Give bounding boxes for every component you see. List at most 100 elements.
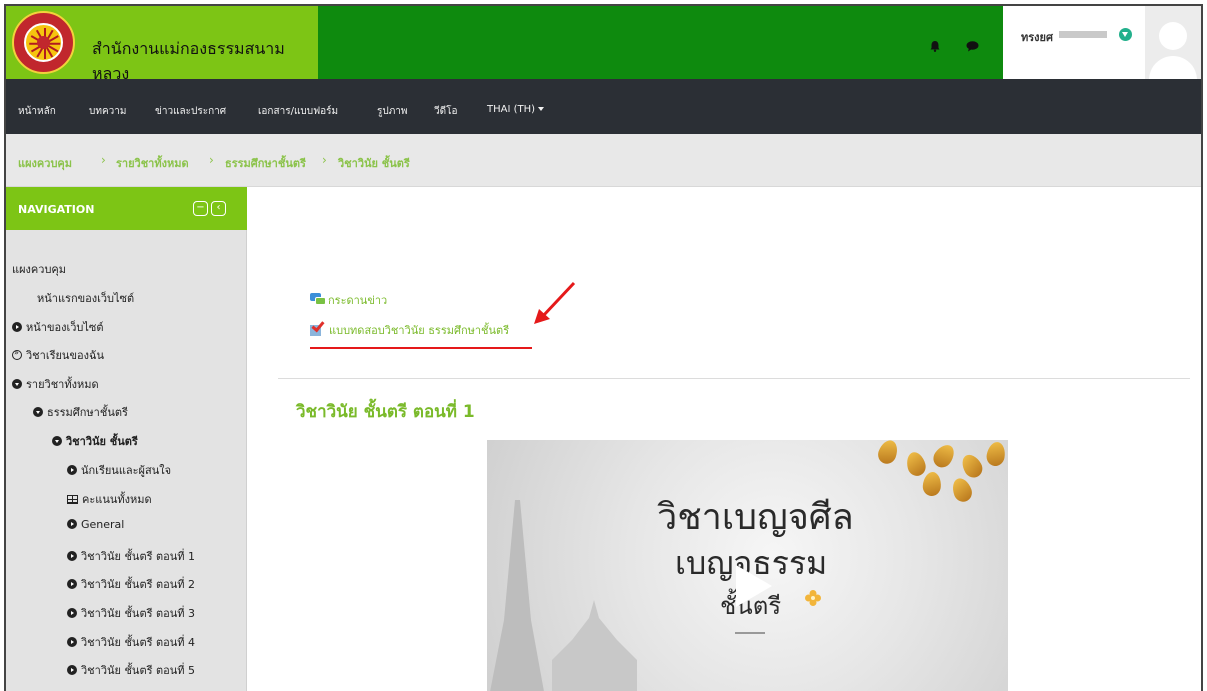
avatar-body [1149,56,1197,79]
tree-all-courses[interactable]: รายวิชาทั้งหมด [12,375,99,393]
breadcrumb-current-course[interactable]: วิชาวินัย ชั้นตรี [338,154,410,172]
tree-label: วิชาวินัย ชั้นตรี ตอนที่ 2 [81,578,196,591]
bell-icon[interactable] [929,40,941,52]
chevron-right-icon [12,322,22,332]
temple-silhouette [552,600,637,691]
tree-label: หน้าของเว็บไซต์ [26,321,104,334]
chevron-right-icon [67,519,77,529]
breadcrumb-dashboard[interactable]: แผงควบคุม [18,154,72,172]
chevron-down-icon [12,379,22,389]
table-icon [67,495,78,504]
nav-documents[interactable]: เอกสาร/แบบฟอร์ม [258,104,338,119]
user-name[interactable]: ทรงยศ [1021,28,1053,46]
logo-ring [24,23,63,62]
tree-label: หน้าแรกของเว็บไซต์ [37,292,135,305]
language-label: THAI (TH) [487,104,536,115]
chevron-right-icon [67,665,77,675]
tree-label: วิชาวินัย ชั้นตรี ตอนที่ 3 [81,607,196,620]
breadcrumb-category[interactable]: ธรรมศึกษาชั้นตรี [225,154,306,172]
video-title-line1: วิชาเบญจศีล [657,497,854,538]
annotation-underline [310,347,532,349]
navigation-block: NAVIGATION − ‹ แผงควบคุม หน้าแรกของเว็บไ… [6,187,247,691]
user-menu[interactable]: ทรงยศ [1003,6,1201,79]
tree-section-3[interactable]: วิชาวินัย ชั้นตรี ตอนที่ 3 [67,604,195,622]
tree-section-5[interactable]: วิชาวินัย ชั้นตรี ตอนที่ 5 [67,661,195,679]
double-chevron-icon [12,348,22,360]
logo-hub [37,36,50,49]
annotation-arrow-icon [534,281,576,324]
chevron-right-icon [67,465,77,475]
logo-area[interactable]: สำนักงานแม่กองธรรมสนามหลวง [6,6,318,83]
quiz-icon [310,318,326,336]
avatar[interactable] [1145,6,1201,79]
bodhi-leaf [958,451,986,481]
section-divider [278,378,1190,379]
bodhi-leaf [875,440,901,467]
tree-label: รายวิชาทั้งหมด [26,378,99,391]
chevron-down-icon [33,407,43,417]
collapse-block-icon[interactable]: − [193,201,208,216]
tree-label: แผงควบคุม [12,263,67,276]
avatar-head [1159,22,1187,50]
chevron-right-icon [67,608,77,618]
page-frame: สำนักงานแม่กองธรรมสนามหลวง ทรงยศ หน้าหลั… [4,4,1203,691]
video-player[interactable]: วิชาเบญจศีล เบญจธรรม ชั้นตรี [487,440,1008,691]
bodhi-leaf [985,440,1007,468]
nav-news[interactable]: ข่าวและประกาศ [155,104,226,119]
tree-section-4[interactable]: วิชาวินัย ชั้นตรี ตอนที่ 4 [67,633,195,651]
dock-block-icon[interactable]: ‹ [211,201,226,216]
bodhi-leaf [929,441,959,471]
breadcrumb: แผงควบคุม › รายวิชาทั้งหมด › ธรรมศึกษาชั… [6,134,1201,187]
nav-videos[interactable]: วีดีโอ [434,104,458,119]
navigation-title: NAVIGATION [18,203,95,216]
tree-site-pages[interactable]: หน้าของเว็บไซต์ [12,318,104,336]
tree-grades[interactable]: คะแนนทั้งหมด [67,490,152,508]
site-header: สำนักงานแม่กองธรรมสนามหลวง ทรงยศ [6,6,1201,83]
tree-participants[interactable]: นักเรียนและผู้สนใจ [67,461,171,479]
tree-current-course[interactable]: วิชาวินัย ชั้นตรี [52,432,138,450]
tree-section-general[interactable]: General [67,518,124,531]
tree-label: General [81,518,125,531]
nav-home[interactable]: หน้าหลัก [18,104,56,119]
navigation-header: NAVIGATION − ‹ [6,187,247,230]
tree-site-home[interactable]: หน้าแรกของเว็บไซต์ [37,289,134,307]
chevron-right-icon [67,551,77,561]
breadcrumb-separator-icon: › [322,153,327,167]
video-dash [735,632,765,634]
chevron-right-icon [67,579,77,589]
caret-down-icon [538,107,545,111]
tree-label: วิชาวินัย ชั้นตรี ตอนที่ 4 [81,636,196,649]
tree-label: วิชาวินัย ชั้นตรี ตอนที่ 1 [81,550,196,563]
activity-forum-label: กระดานข่าว [328,294,388,307]
tree-section-1[interactable]: วิชาวินัย ชั้นตรี ตอนที่ 1 [67,547,195,565]
section-title: วิชาวินัย ชั้นตรี ตอนที่ 1 [296,402,475,422]
tree-label: วิชาวินัย ชั้นตรี [66,435,138,448]
bodhi-leaf [904,450,928,478]
chevron-down-icon[interactable] [1119,28,1132,41]
chevron-right-icon [67,637,77,647]
play-icon[interactable] [736,565,772,607]
tree-category[interactable]: ธรรมศึกษาชั้นตรี [33,403,128,421]
nav-photos[interactable]: รูปภาพ [377,104,408,119]
bodhi-leaf [921,471,943,497]
tree-my-courses[interactable]: วิชาเรียนของฉัน [12,346,104,364]
flower-icon [805,590,821,606]
tree-label: วิชาวินัย ชั้นตรี ตอนที่ 5 [81,664,196,677]
tree-label: วิชาเรียนของฉัน [26,349,104,362]
tree-label: คะแนนทั้งหมด [82,493,152,506]
activity-quiz[interactable]: แบบทดสอบวิชาวินัย ธรรมศึกษาชั้นตรี [310,318,509,339]
breadcrumb-all-courses[interactable]: รายวิชาทั้งหมด [116,154,189,172]
breadcrumb-separator-icon: › [101,153,106,167]
activity-forum[interactable]: กระดานข่าว [310,291,387,309]
main-navbar: หน้าหลัก บทความ ข่าวและประกาศ เอกสาร/แบบ… [6,79,1201,134]
tree-section-2[interactable]: วิชาวินัย ชั้นตรี ตอนที่ 2 [67,575,195,593]
tree-dashboard[interactable]: แผงควบคุม [12,260,66,278]
breadcrumb-separator-icon: › [209,153,214,167]
user-surname-redacted [1059,31,1107,38]
dharma-wheel-logo[interactable] [12,11,75,74]
language-menu[interactable]: THAI (TH) [487,104,545,115]
tree-label: นักเรียนและผู้สนใจ [81,464,172,477]
chat-icon[interactable] [966,41,979,52]
bodhi-leaf [949,475,975,505]
nav-articles[interactable]: บทความ [89,104,126,119]
